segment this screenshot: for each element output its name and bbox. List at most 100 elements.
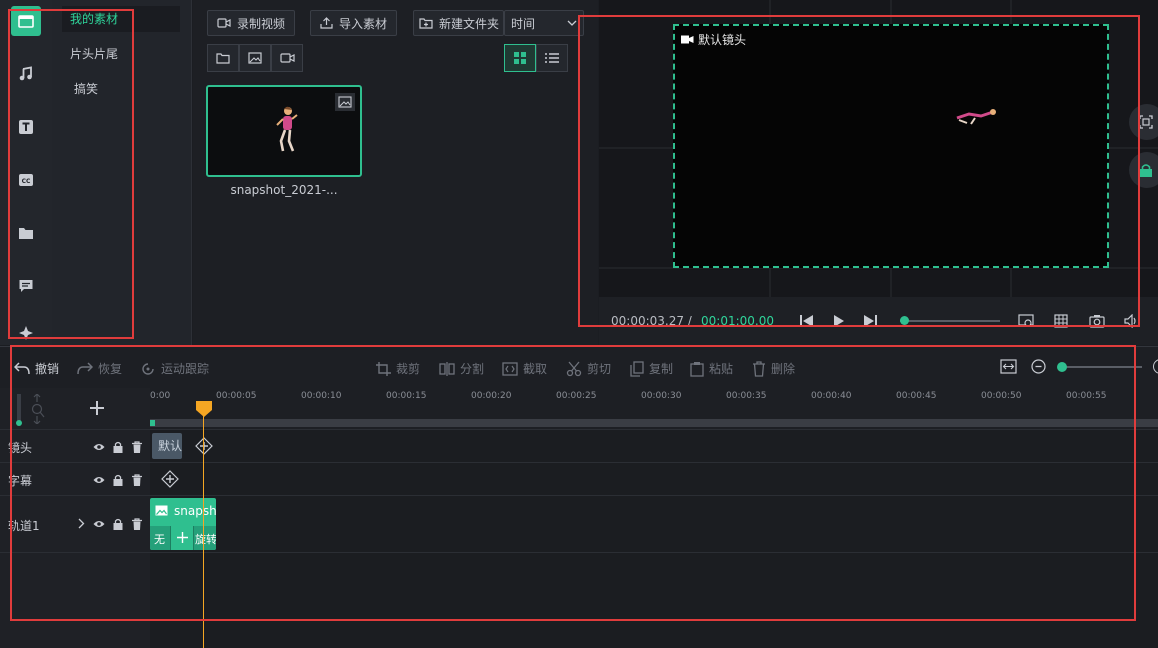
category-my-media[interactable]: 我的素材 [62,6,180,32]
caption-icon[interactable]: CC [11,165,41,195]
lock-icon[interactable] [112,518,124,530]
track-name: 镜头 [8,441,33,455]
volume-icon[interactable] [1124,314,1138,328]
filter-folder-button[interactable] [207,44,239,72]
ruler-tick: 00:00:40 [811,391,852,401]
track-tools [0,388,150,430]
category-funny[interactable]: 搞笑 [62,76,180,102]
image-type-icon [335,93,355,111]
delete-button[interactable]: 删除 [752,360,795,377]
lock-icon [1140,164,1152,177]
snapshot-camera-icon[interactable] [1089,314,1105,328]
clip-transition-none[interactable]: 无 [154,531,165,547]
media-clip[interactable]: snapshot 无 旋转 [150,498,216,550]
copy-button[interactable]: 复制 [630,360,673,377]
redo-icon [77,362,93,375]
eye-icon[interactable] [93,441,105,453]
delete-label: 删除 [771,362,796,376]
camera-clip[interactable]: 默认 [152,433,182,459]
motion-tracking-button[interactable]: 运动跟踪 [140,360,209,377]
eye-icon[interactable] [93,474,105,486]
zoom-slider-handle[interactable] [1057,362,1067,372]
total-time: 00:01:00.00 [701,314,774,328]
grid-view-button[interactable] [504,44,536,72]
video-camera-icon [217,18,231,28]
lock-button[interactable] [1129,152,1158,188]
music-icon[interactable] [11,59,41,89]
split-button[interactable]: 分割 [439,360,484,377]
fit-timeline-icon[interactable] [1000,359,1017,374]
lock-icon[interactable] [112,474,124,486]
grid-toggle-icon[interactable] [1054,314,1068,328]
media-clip-name: snapshot [174,504,216,518]
crop-label: 裁剪 [396,362,421,376]
category-intro-outro[interactable]: 片头片尾 [62,41,180,67]
ruler-tick: 00:00:45 [896,391,937,401]
zoom-out-icon[interactable] [1031,359,1046,374]
trash-icon[interactable] [131,474,143,486]
previous-frame-icon[interactable] [800,315,813,327]
lock-icon[interactable] [112,441,124,453]
paste-label: 粘贴 [709,362,734,376]
add-track-icon[interactable] [89,400,105,416]
chat-icon[interactable] [11,271,41,301]
play-icon[interactable] [833,315,845,327]
playback-slider-handle[interactable] [900,316,909,325]
new-folder-button[interactable]: 新建文件夹 [413,10,505,36]
import-media-button[interactable]: 导入素材 [310,10,398,36]
text-icon[interactable] [11,112,41,142]
effects-icon[interactable] [11,324,41,342]
track-row-camera[interactable]: 默认 [150,430,1158,463]
list-view-button[interactable] [536,44,568,72]
track-row-track1[interactable]: snapshot 无 旋转 [150,496,1158,553]
eye-icon[interactable] [93,518,105,530]
media-icon[interactable] [11,6,41,36]
folder-icon[interactable] [11,218,41,248]
playback-slider[interactable] [900,320,1000,322]
playhead-handle[interactable] [195,400,213,418]
redo-button[interactable]: 恢复 [77,360,122,377]
canvas-frame[interactable]: 默认镜头 [673,24,1109,268]
add-keyframe-icon[interactable] [195,437,213,455]
track-row-subtitle[interactable] [150,463,1158,496]
cut-button[interactable]: 剪切 [566,360,611,377]
crop-button[interactable]: 裁剪 [375,360,420,377]
record-video-button[interactable]: 录制视频 [207,10,296,36]
chevron-right-icon[interactable] [78,518,85,529]
undo-button[interactable]: 撤销 [14,360,59,377]
filter-video-button[interactable] [271,44,303,72]
timeline-scroll-track[interactable] [150,419,1158,427]
folder-icon [216,53,230,64]
next-frame-icon[interactable] [864,315,877,327]
add-subtitle-icon[interactable] [161,470,179,488]
paste-button[interactable]: 粘贴 [690,360,733,377]
motion-tracking-icon [142,362,154,375]
clip-rotate-label[interactable]: 旋转 [195,531,216,547]
media-thumbnail[interactable] [206,85,362,177]
ruler-tick: 00:00:50 [981,391,1022,401]
clip-add-effect-button[interactable] [170,526,194,550]
plus-icon [177,532,188,543]
zoom-slider[interactable] [1062,366,1142,368]
image-clip-icon [155,505,168,516]
filter-image-button[interactable] [239,44,271,72]
crop-icon [376,361,391,376]
current-time: 00:00:03.27 / [611,314,692,328]
preview-figure [956,109,996,125]
chevron-down-icon [567,20,577,26]
track-height-dot [16,420,22,426]
trash-icon[interactable] [131,518,143,530]
split-icon [439,361,455,376]
track-area-empty[interactable] [150,553,1158,648]
trash-icon[interactable] [131,441,143,453]
fit-screen-button[interactable] [1129,104,1158,140]
track-header-subtitle: 字幕 [0,463,150,496]
track-name: 字幕 [8,474,33,488]
cut-out-button[interactable]: 截取 [502,360,547,377]
timeline-scroll-thumb[interactable] [150,420,155,426]
camera-icon [681,35,694,44]
magnet-snap-icon[interactable] [29,394,45,424]
zoom-in-icon[interactable] [1153,359,1158,374]
sort-select[interactable]: 时间 [504,10,584,36]
screen-record-icon[interactable] [1018,314,1034,328]
